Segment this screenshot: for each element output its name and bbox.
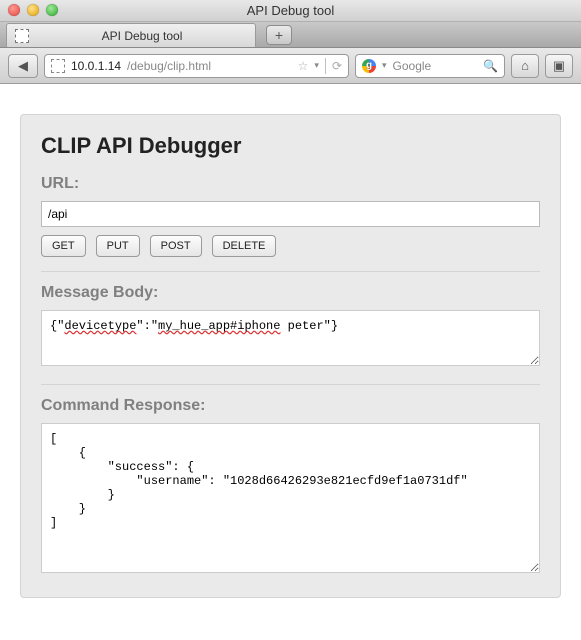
divider: [41, 384, 540, 385]
url-label: URL:: [41, 175, 540, 193]
site-favicon-icon: [51, 59, 65, 73]
window-title: API Debug tool: [247, 3, 334, 18]
dropdown-icon[interactable]: ▾: [314, 60, 319, 71]
delete-button[interactable]: DELETE: [212, 235, 277, 257]
message-body-input[interactable]: {"devicetype":"my_hue_app#iphone peter"}: [41, 310, 540, 366]
tab-title: API Debug tool: [37, 29, 247, 43]
bookmarks-icon: ▣: [553, 58, 565, 74]
browser-toolbar: ◀ 10.0.1.14/debug/clip.html ☆ ▾ ⟳ g ▾ Go…: [0, 48, 581, 84]
home-icon: ⌂: [521, 58, 529, 73]
address-path: /debug/clip.html: [127, 59, 211, 73]
google-icon: g: [362, 59, 376, 73]
method-buttons: GET PUT POST DELETE: [41, 235, 540, 257]
tab-favicon-icon: [15, 29, 29, 43]
search-icon[interactable]: 🔍: [483, 59, 498, 73]
divider: [325, 58, 326, 74]
new-tab-button[interactable]: +: [266, 25, 292, 45]
close-icon[interactable]: [8, 4, 20, 16]
bookmark-icon[interactable]: ☆: [298, 59, 309, 73]
minimize-icon[interactable]: [27, 4, 39, 16]
divider: [41, 271, 540, 272]
search-engine-dropdown-icon[interactable]: ▾: [382, 60, 387, 71]
post-button[interactable]: POST: [150, 235, 202, 257]
plus-icon: +: [275, 27, 283, 43]
command-response-output[interactable]: [ { "success": { "username": "1028d66426…: [41, 423, 540, 573]
home-button[interactable]: ⌂: [511, 54, 539, 78]
get-button[interactable]: GET: [41, 235, 86, 257]
page-content: CLIP API Debugger URL: GET PUT POST DELE…: [0, 84, 581, 618]
tab-api-debug[interactable]: API Debug tool: [6, 23, 256, 47]
back-icon: ◀: [18, 58, 28, 74]
tab-strip: API Debug tool +: [0, 22, 581, 48]
search-box[interactable]: g ▾ Google 🔍: [355, 54, 505, 78]
body-label: Message Body:: [41, 284, 540, 302]
url-input[interactable]: [41, 201, 540, 227]
window-titlebar: API Debug tool: [0, 0, 581, 22]
bookmarks-button[interactable]: ▣: [545, 54, 573, 78]
back-button[interactable]: ◀: [8, 54, 38, 78]
address-host: 10.0.1.14: [71, 59, 121, 73]
reload-icon[interactable]: ⟳: [332, 59, 342, 73]
page-title: CLIP API Debugger: [41, 133, 540, 159]
debugger-panel: CLIP API Debugger URL: GET PUT POST DELE…: [20, 114, 561, 598]
address-bar[interactable]: 10.0.1.14/debug/clip.html ☆ ▾ ⟳: [44, 54, 349, 78]
maximize-icon[interactable]: [46, 4, 58, 16]
window-controls: [8, 4, 58, 16]
search-engine-label: Google: [393, 59, 432, 73]
put-button[interactable]: PUT: [96, 235, 140, 257]
response-label: Command Response:: [41, 397, 540, 415]
